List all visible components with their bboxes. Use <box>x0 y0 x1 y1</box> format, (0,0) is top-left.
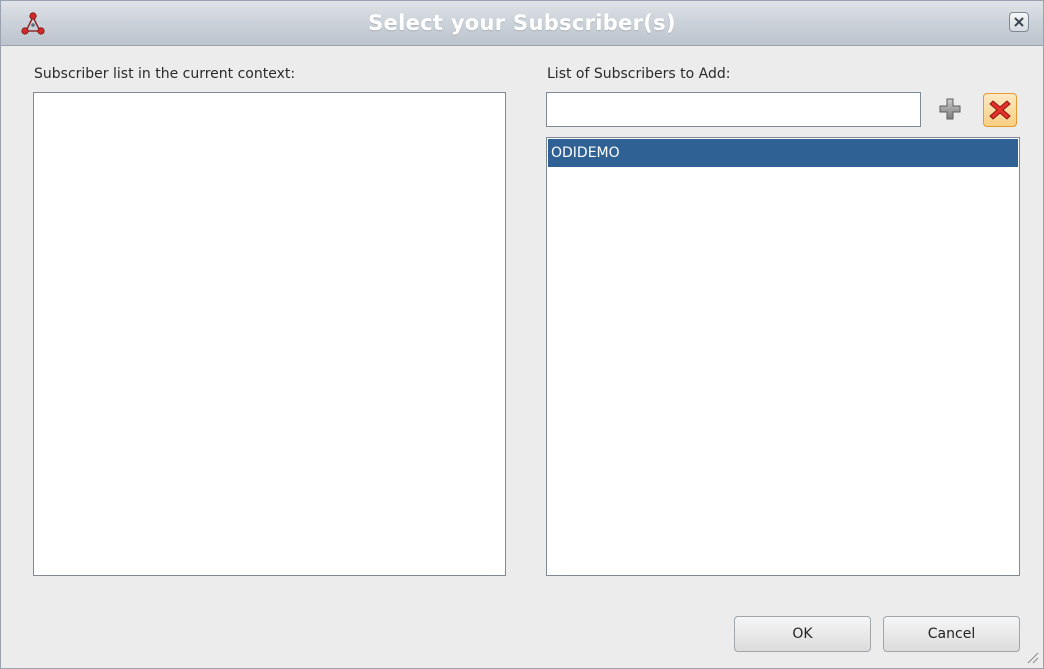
add-subscriber-button[interactable] <box>936 95 964 123</box>
plus-icon <box>939 98 961 120</box>
ok-button[interactable]: OK <box>734 616 871 652</box>
remove-subscriber-button[interactable] <box>983 93 1017 127</box>
cancel-button[interactable]: Cancel <box>883 616 1020 652</box>
subscriber-list-label: Subscriber list in the current context: <box>34 66 296 82</box>
context-subscriber-list[interactable] <box>33 92 506 576</box>
close-icon <box>1014 17 1024 27</box>
close-button[interactable] <box>1009 12 1029 32</box>
red-x-icon <box>989 100 1011 120</box>
subscribers-to-add-label: List of Subscribers to Add: <box>547 66 731 82</box>
title-bar[interactable]: Select your Subscriber(s) <box>1 1 1043 46</box>
resize-grip-icon[interactable] <box>1025 650 1039 664</box>
dialog-title: Select your Subscriber(s) <box>368 11 676 35</box>
select-subscriber-dialog: Select your Subscriber(s) Subscriber lis… <box>0 0 1044 669</box>
subscribers-to-add-list[interactable]: ODIDEMO <box>546 137 1020 576</box>
subscriber-name-input[interactable] <box>546 92 921 127</box>
list-item[interactable]: ODIDEMO <box>548 139 1018 167</box>
